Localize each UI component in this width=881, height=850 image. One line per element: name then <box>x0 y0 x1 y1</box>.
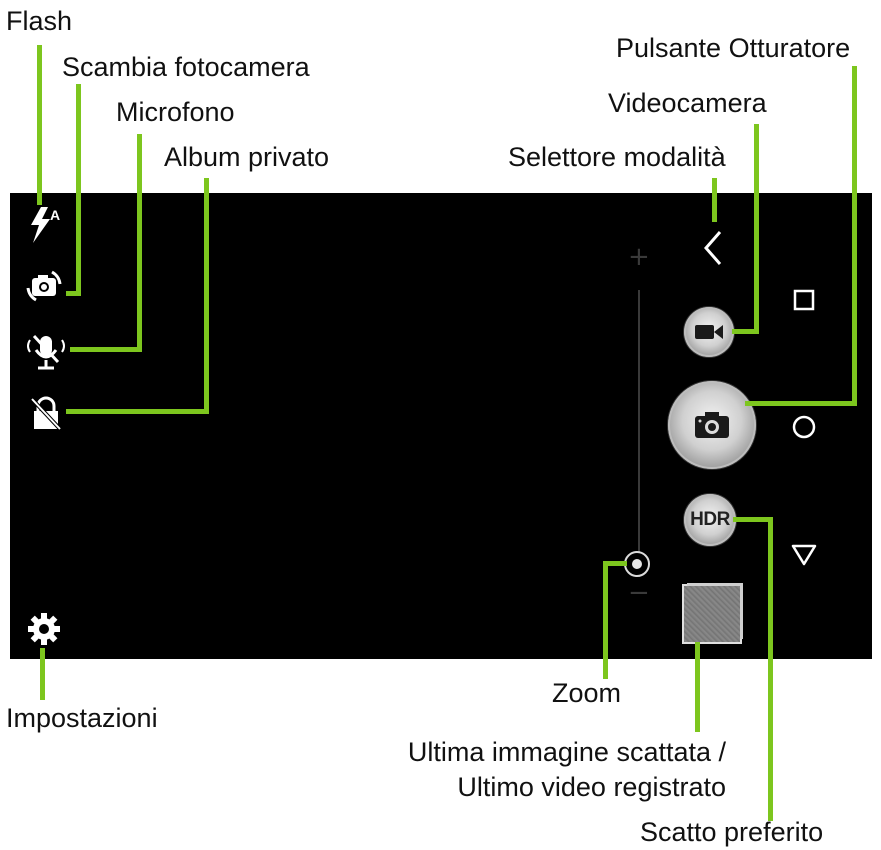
label-shutter: Pulsante Otturatore <box>616 33 851 63</box>
video-camera-icon <box>695 325 723 339</box>
switch-camera-icon[interactable] <box>26 268 62 304</box>
nav-circle-icon[interactable] <box>791 414 817 440</box>
zoom-plus[interactable]: + <box>628 242 650 272</box>
leader-shutter-h <box>745 401 857 406</box>
leader-flash <box>37 45 42 205</box>
shutter-button[interactable] <box>668 381 756 469</box>
label-private-album: Album privato <box>164 142 330 172</box>
leader-microphone-h <box>70 347 142 352</box>
hdr-label: HDR <box>690 509 730 530</box>
label-last-image-line1: Ultima immagine scattata / <box>407 737 726 767</box>
camera-icon <box>695 412 729 438</box>
leader-favorite <box>768 517 773 821</box>
private-album-icon[interactable] <box>28 395 64 431</box>
microphone-muted-icon[interactable] <box>24 332 68 372</box>
last-capture-thumbnail[interactable] <box>684 586 740 642</box>
leader-microphone <box>137 134 142 352</box>
nav-triangle-icon[interactable] <box>791 543 817 567</box>
settings-gear-icon[interactable] <box>27 612 61 646</box>
leader-favorite-h <box>733 517 773 522</box>
label-favorite-shot: Scatto preferito <box>640 817 824 847</box>
leader-zoom <box>603 561 608 679</box>
label-microphone: Microfono <box>116 97 235 127</box>
leader-private-album-h <box>66 409 209 414</box>
leader-videocamera <box>754 124 759 334</box>
leader-videocamera-h <box>732 329 759 334</box>
zoom-knob[interactable] <box>624 551 650 577</box>
leader-settings <box>40 648 45 700</box>
label-zoom: Zoom <box>552 678 622 708</box>
leader-mode-selector <box>712 178 717 222</box>
leader-last-image <box>695 642 700 732</box>
label-flash: Flash <box>6 6 73 36</box>
label-settings: Impostazioni <box>6 703 158 733</box>
label-videocamera: Videocamera <box>608 88 767 118</box>
leader-private-album <box>204 178 209 414</box>
zoom-track[interactable] <box>638 290 640 552</box>
zoom-minus[interactable]: − <box>628 578 650 608</box>
leader-shutter <box>852 66 857 406</box>
hdr-button[interactable]: HDR <box>684 494 736 546</box>
label-last-image-line2: Ultimo video registrato <box>457 772 726 802</box>
flash-mode-letter: A <box>50 207 61 223</box>
video-camera-button[interactable] <box>684 307 734 357</box>
flash-auto-icon[interactable]: A <box>26 205 66 245</box>
leader-switch-camera <box>76 84 81 296</box>
label-switch-camera: Scambia fotocamera <box>62 52 310 82</box>
back-chevron-icon[interactable] <box>700 230 726 266</box>
label-mode-selector: Selettore modalità <box>508 142 726 172</box>
nav-square-icon[interactable] <box>793 289 815 311</box>
leader-switch-camera-h <box>66 291 81 296</box>
